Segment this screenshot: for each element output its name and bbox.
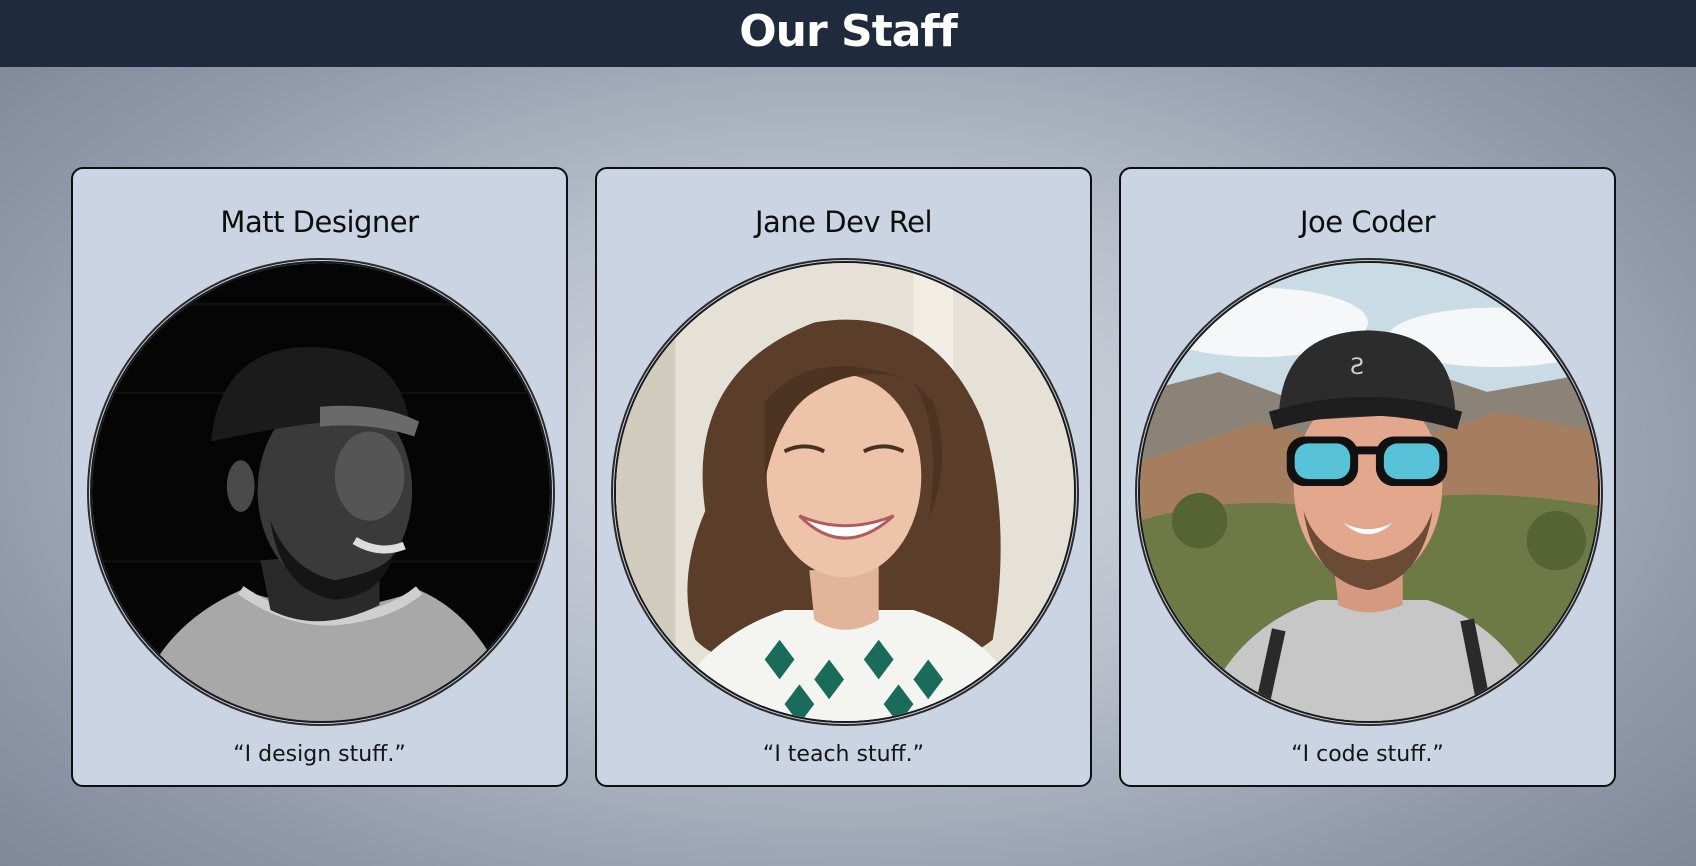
staff-card-jane: Jane Dev Rel “I teach stuff.” [595, 167, 1092, 787]
staff-name: Matt Designer [220, 205, 419, 239]
staff-quote: “I design stuff.” [233, 742, 406, 767]
staff-card-matt: Matt Designer “I design stuff.” [71, 167, 568, 787]
page-header: Our Staff [0, 0, 1696, 67]
svg-text:Ƨ: Ƨ [1350, 355, 1364, 380]
staff-photo-icon [614, 261, 1076, 723]
staff-quote: “I teach stuff.” [762, 742, 925, 767]
staff-card-joe: Joe Coder Ƨ “I code stuff.” [1119, 167, 1616, 787]
staff-name: Jane Dev Rel [754, 205, 933, 239]
page-title: Our Staff [739, 5, 957, 57]
staff-name: Joe Coder [1299, 205, 1436, 239]
staff-quote: “I code stuff.” [1291, 742, 1444, 767]
staff-photo-icon: Ƨ [1138, 261, 1600, 723]
staff-photo-icon [90, 261, 552, 723]
